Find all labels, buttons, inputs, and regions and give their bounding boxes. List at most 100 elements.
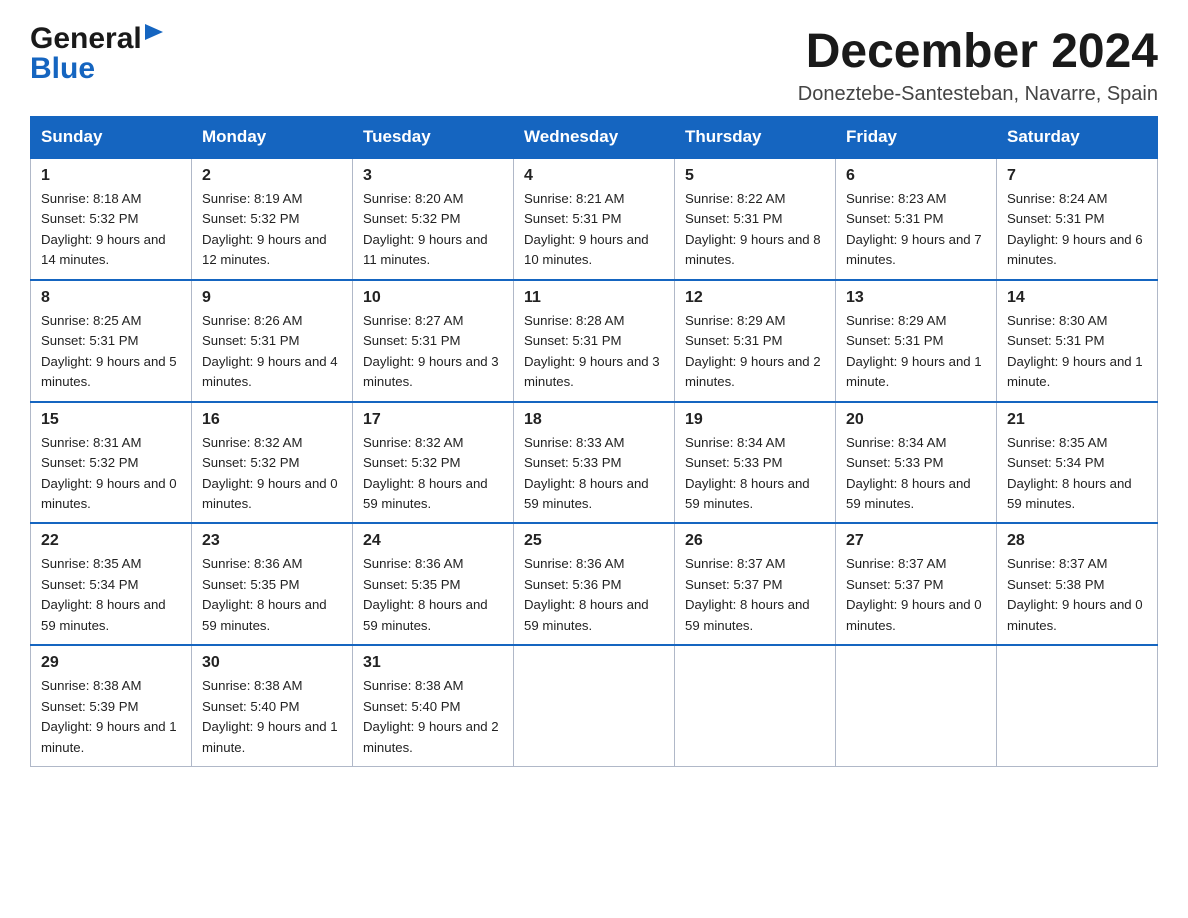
calendar-cell: 3Sunrise: 8:20 AMSunset: 5:32 PMDaylight… [353,158,514,280]
calendar-cell: 23Sunrise: 8:36 AMSunset: 5:35 PMDayligh… [192,523,353,645]
col-header-sunday: Sunday [31,117,192,159]
calendar-cell: 30 Sunrise: 8:38 AMSunset: 5:40 PMDayligh… [192,645,353,766]
day-number: 12 [685,289,825,307]
calendar-week-row: 1 Sunrise: 8:18 AMSunset: 5:32 PMDaylight… [31,158,1158,280]
calendar-cell: 22 Sunrise: 8:35 AMSunset: 5:34 PMDayligh… [31,523,192,645]
calendar-cell: 2 Sunrise: 8:19 AMSunset: 5:32 PMDaylight… [192,158,353,280]
calendar-cell [836,645,997,766]
logo-flag-icon [145,24,167,52]
calendar-week-row: 8 Sunrise: 8:25 AMSunset: 5:31 PMDaylight… [31,280,1158,402]
day-number: 27 [846,532,986,550]
calendar-cell: 6 Sunrise: 8:23 AMSunset: 5:31 PMDaylight… [836,158,997,280]
calendar-table: SundayMondayTuesdayWednesdayThursdayFrid… [30,116,1158,767]
calendar-cell: 12 Sunrise: 8:29 AMSunset: 5:31 PMDayligh… [675,280,836,402]
calendar-cell: 27 Sunrise: 8:37 AMSunset: 5:37 PMDayligh… [836,523,997,645]
logo-general-text: General [30,24,142,54]
day-number: 6 [846,167,986,185]
location-subtitle: Doneztebe-Santesteban, Navarre, Spain [798,83,1158,106]
day-number: 20 [846,411,986,429]
col-header-thursday: Thursday [675,117,836,159]
day-info: Sunrise: 8:36 AMSunset: 5:35 PMDaylight:… [363,554,503,636]
calendar-cell: 13 Sunrise: 8:29 AMSunset: 5:31 PMDayligh… [836,280,997,402]
day-number: 19 [685,411,825,429]
day-number: 23 [202,532,342,550]
calendar-cell: 16 Sunrise: 8:32 AMSunset: 5:32 PMDayligh… [192,402,353,524]
day-info: Sunrise: 8:38 AMSunset: 5:39 PMDaylight:… [41,676,181,758]
day-info: Sunrise: 8:32 AMSunset: 5:32 PMDaylight:… [202,433,342,515]
day-number: 10 [363,289,503,307]
calendar-header-row: SundayMondayTuesdayWednesdayThursdayFrid… [31,117,1158,159]
day-number: 28 [1007,532,1147,550]
day-number: 8 [41,289,181,307]
calendar-cell [997,645,1158,766]
day-number: 17 [363,411,503,429]
day-info: Sunrise: 8:35 AMSunset: 5:34 PMDaylight:… [1007,433,1147,515]
calendar-cell: 11 Sunrise: 8:28 AMSunset: 5:31 PMDayligh… [514,280,675,402]
calendar-cell: 21 Sunrise: 8:35 AMSunset: 5:34 PMDayligh… [997,402,1158,524]
calendar-cell: 7Sunrise: 8:24 AMSunset: 5:31 PMDaylight… [997,158,1158,280]
calendar-cell: 20 Sunrise: 8:34 AMSunset: 5:33 PMDayligh… [836,402,997,524]
calendar-cell: 25 Sunrise: 8:36 AMSunset: 5:36 PMDayligh… [514,523,675,645]
day-info: Sunrise: 8:38 AMSunset: 5:40 PMDaylight:… [202,676,342,758]
calendar-cell: 5Sunrise: 8:22 AMSunset: 5:31 PMDaylight… [675,158,836,280]
day-info: Sunrise: 8:19 AMSunset: 5:32 PMDaylight:… [202,189,342,271]
calendar-cell: 24Sunrise: 8:36 AMSunset: 5:35 PMDayligh… [353,523,514,645]
col-header-saturday: Saturday [997,117,1158,159]
day-info: Sunrise: 8:32 AMSunset: 5:32 PMDaylight:… [363,433,503,515]
day-number: 13 [846,289,986,307]
calendar-week-row: 29 Sunrise: 8:38 AMSunset: 5:39 PMDayligh… [31,645,1158,766]
day-number: 16 [202,411,342,429]
calendar-cell: 31 Sunrise: 8:38 AMSunset: 5:40 PMDayligh… [353,645,514,766]
day-number: 30 [202,654,342,672]
day-number: 14 [1007,289,1147,307]
calendar-week-row: 22 Sunrise: 8:35 AMSunset: 5:34 PMDayligh… [31,523,1158,645]
calendar-cell: 8 Sunrise: 8:25 AMSunset: 5:31 PMDaylight… [31,280,192,402]
day-info: Sunrise: 8:36 AMSunset: 5:36 PMDaylight:… [524,554,664,636]
day-info: Sunrise: 8:28 AMSunset: 5:31 PMDaylight:… [524,311,664,393]
day-number: 9 [202,289,342,307]
day-info: Sunrise: 8:35 AMSunset: 5:34 PMDaylight:… [41,554,181,636]
logo: General Blue [30,24,167,84]
day-number: 29 [41,654,181,672]
calendar-cell [514,645,675,766]
day-number: 31 [363,654,503,672]
day-number: 22 [41,532,181,550]
logo-blue-text: Blue [30,52,95,85]
day-info: Sunrise: 8:30 AMSunset: 5:31 PMDaylight:… [1007,311,1147,393]
calendar-cell [675,645,836,766]
calendar-cell: 18Sunrise: 8:33 AMSunset: 5:33 PMDayligh… [514,402,675,524]
day-number: 26 [685,532,825,550]
day-info: Sunrise: 8:20 AMSunset: 5:32 PMDaylight:… [363,189,503,271]
page-header: General Blue December 2024 Doneztebe-San… [30,24,1158,106]
day-info: Sunrise: 8:29 AMSunset: 5:31 PMDaylight:… [846,311,986,393]
day-info: Sunrise: 8:37 AMSunset: 5:38 PMDaylight:… [1007,554,1147,636]
day-info: Sunrise: 8:29 AMSunset: 5:31 PMDaylight:… [685,311,825,393]
day-number: 1 [41,167,181,185]
day-info: Sunrise: 8:37 AMSunset: 5:37 PMDaylight:… [846,554,986,636]
day-number: 25 [524,532,664,550]
title-block: December 2024 Doneztebe-Santesteban, Nav… [798,24,1158,106]
calendar-cell: 17 Sunrise: 8:32 AMSunset: 5:32 PMDayligh… [353,402,514,524]
day-number: 11 [524,289,664,307]
calendar-cell: 1 Sunrise: 8:18 AMSunset: 5:32 PMDaylight… [31,158,192,280]
day-info: Sunrise: 8:37 AMSunset: 5:37 PMDaylight:… [685,554,825,636]
day-number: 21 [1007,411,1147,429]
day-info: Sunrise: 8:38 AMSunset: 5:40 PMDaylight:… [363,676,503,758]
col-header-friday: Friday [836,117,997,159]
calendar-week-row: 15Sunrise: 8:31 AMSunset: 5:32 PMDayligh… [31,402,1158,524]
day-info: Sunrise: 8:23 AMSunset: 5:31 PMDaylight:… [846,189,986,271]
calendar-cell: 28 Sunrise: 8:37 AMSunset: 5:38 PMDayligh… [997,523,1158,645]
day-number: 4 [524,167,664,185]
day-info: Sunrise: 8:27 AMSunset: 5:31 PMDaylight:… [363,311,503,393]
day-info: Sunrise: 8:34 AMSunset: 5:33 PMDaylight:… [846,433,986,515]
day-info: Sunrise: 8:21 AMSunset: 5:31 PMDaylight:… [524,189,664,271]
day-number: 2 [202,167,342,185]
calendar-cell: 4 Sunrise: 8:21 AMSunset: 5:31 PMDaylight… [514,158,675,280]
day-number: 7 [1007,167,1147,185]
day-info: Sunrise: 8:25 AMSunset: 5:31 PMDaylight:… [41,311,181,393]
month-year-title: December 2024 [798,24,1158,79]
day-info: Sunrise: 8:18 AMSunset: 5:32 PMDaylight:… [41,189,181,271]
day-info: Sunrise: 8:22 AMSunset: 5:31 PMDaylight:… [685,189,825,271]
day-number: 18 [524,411,664,429]
calendar-cell: 15Sunrise: 8:31 AMSunset: 5:32 PMDayligh… [31,402,192,524]
